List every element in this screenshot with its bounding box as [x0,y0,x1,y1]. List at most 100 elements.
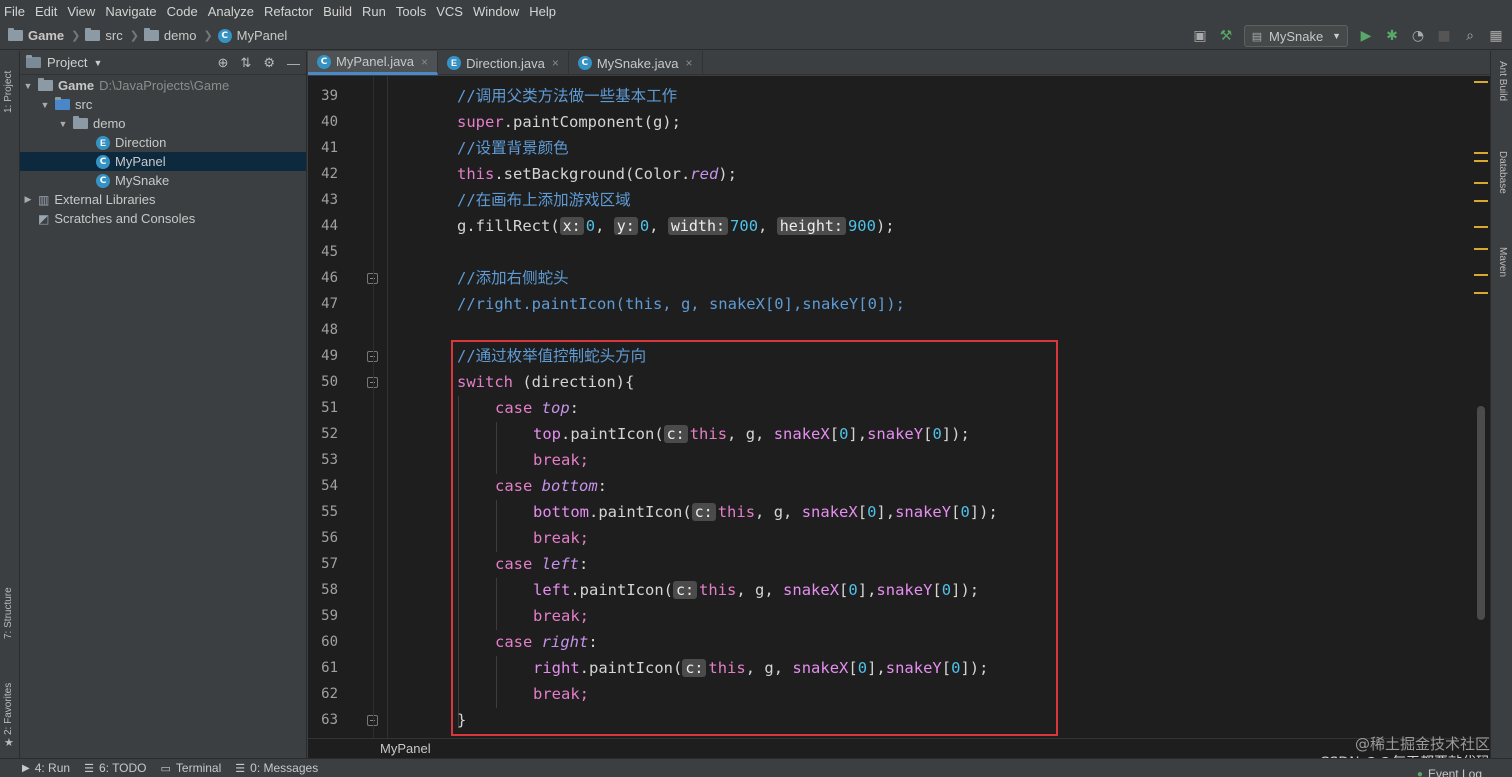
close-icon[interactable]: × [552,56,559,70]
tool-messages[interactable]: ☰ 0: Messages [229,761,326,775]
tool-run[interactable]: ▶ 4: Run [0,761,78,775]
debug-bug-icon[interactable]: ✱ [1384,28,1400,44]
line-number: 46 [321,270,338,286]
menu-navigate[interactable]: Navigate [101,4,162,19]
tool-window-structure[interactable]: 7: Structure [3,587,14,639]
line-number: 39 [321,88,338,104]
build-hammer-icon[interactable]: ⚒ [1218,28,1234,44]
breadcrumb-demo[interactable]: demo [164,28,197,43]
locate-icon[interactable]: ⊕ [218,55,229,71]
tool-window-maven[interactable]: Maven [1497,247,1508,277]
chevron-down-icon: ▼ [1332,31,1341,41]
tree-node-scratches[interactable]: ◩ Scratches and Consoles [20,209,306,228]
editor-breadcrumb-class[interactable]: MyPanel [380,741,431,756]
grid-icon[interactable]: ▦ [1488,28,1504,44]
line-number: 60 [321,634,338,650]
tree-path-game: D:\JavaProjects\Game [99,78,230,93]
code-line-39: //调用父类方法做一些基本工作 [457,83,677,109]
code-text: .paintComponent(g); [503,113,681,131]
tree-node-demo[interactable]: ▼ demo [20,114,306,133]
close-icon[interactable]: × [421,55,428,69]
warning-marker[interactable] [1474,226,1488,228]
menu-view[interactable]: View [63,4,101,19]
tree-label-game: Game [58,78,95,93]
tab-mypanel[interactable]: C MyPanel.java × [308,51,439,75]
code-editor[interactable]: 39 40 41 42 43 44 45 46 47 48 49 50 51 5… [308,76,1490,738]
editor-scrollbar[interactable] [1472,76,1490,738]
tree-node-mysnake[interactable]: C MySnake [20,171,306,190]
search-icon[interactable]: ⌕ [1462,28,1478,44]
menu-code[interactable]: Code [163,4,204,19]
tree-node-direction[interactable]: E Direction [20,133,306,152]
gear-icon[interactable]: ⚙ [263,55,275,71]
tool-todo[interactable]: ☰ 6: TODO [78,761,154,775]
menu-file[interactable]: File [0,4,31,19]
run-configuration-select[interactable]: ▤ MySnake ▼ [1244,25,1348,47]
tree-node-mypanel[interactable]: C MyPanel [20,152,306,171]
coverage-icon[interactable]: ◔ [1410,28,1426,44]
chevron-down-icon[interactable]: ▼ [93,58,102,68]
tab-direction[interactable]: E Direction.java × [438,51,569,75]
tool-window-project[interactable]: 1: Project [3,71,14,113]
tree-node-src[interactable]: ▼ src [20,95,306,114]
tool-window-ant-build[interactable]: Ant Build [1497,61,1508,101]
warning-marker[interactable] [1474,274,1488,276]
menu-tools[interactable]: Tools [392,4,432,19]
folder-icon [8,28,23,41]
tree-node-external-libraries[interactable]: ▶ ▥ External Libraries [20,190,306,209]
line-number: 61 [321,660,338,676]
warning-marker[interactable] [1474,248,1488,250]
breadcrumb-src[interactable]: src [105,28,122,43]
close-icon[interactable]: × [686,56,693,70]
warning-marker[interactable] [1474,81,1488,83]
line-number: 57 [321,556,338,572]
warning-marker[interactable] [1474,200,1488,202]
collapse-all-icon[interactable]: ⇅ [240,55,251,71]
breadcrumb-project[interactable]: Game [28,28,64,43]
window-icon[interactable]: ▣ [1192,28,1208,44]
libraries-icon: ▥ [38,192,50,207]
minimize-icon[interactable]: — [287,56,300,71]
stop-icon[interactable]: ■ [1436,28,1452,44]
tab-mysnake[interactable]: C MySnake.java × [569,51,703,75]
menu-vcs[interactable]: VCS [432,4,469,19]
warning-marker[interactable] [1474,152,1488,154]
line-number: 52 [321,426,338,442]
menu-refactor[interactable]: Refactor [260,4,319,19]
code-line-47: //right.paintIcon(this, g, snakeX[0],sna… [457,291,905,317]
folder-icon [143,28,159,41]
line-number: 54 [321,478,338,494]
code-comment: //调用父类方法做一些基本工作 [457,87,678,105]
menu-window[interactable]: Window [469,4,525,19]
project-panel-title[interactable]: Project [47,55,87,70]
warning-marker[interactable] [1474,292,1488,294]
tool-window-favorites[interactable]: 2: Favorites [3,683,14,735]
scrollbar-thumb[interactable] [1477,406,1485,620]
warning-marker[interactable] [1474,182,1488,184]
star-icon: ★ [4,736,14,749]
warning-marker[interactable] [1474,160,1488,162]
code-comment: //在画布上添加游戏区域 [457,191,631,209]
tree-node-game[interactable]: ▼ Game D:\JavaProjects\Game [20,76,306,95]
code-keyword: super [457,113,504,131]
menu-help[interactable]: Help [525,4,562,19]
tool-todo-label: 6: TODO [98,761,147,775]
watermark-juejin: @稀土掘金技术社区 [1354,735,1490,753]
tool-event-log[interactable]: ● Event Log [1395,767,1512,777]
line-number: 48 [321,322,338,338]
menu-edit[interactable]: Edit [31,4,63,19]
breadcrumb-mypanel[interactable]: MyPanel [237,28,288,43]
menu-run[interactable]: Run [358,4,392,19]
line-number: 42 [321,166,338,182]
line-number: 51 [321,400,338,416]
tab-label: MySnake.java [596,55,679,71]
highlight-annotation-box [451,340,1058,736]
tree-label-demo: demo [93,116,126,131]
menu-build[interactable]: Build [319,4,358,19]
tool-terminal[interactable]: ▭ Terminal [155,761,230,775]
expand-arrow-icon: ▼ [40,99,50,110]
class-icon: C [96,154,110,169]
menu-analyze[interactable]: Analyze [204,4,260,19]
run-icon[interactable]: ▶ [1358,28,1374,44]
tool-window-database[interactable]: Database [1497,151,1508,194]
